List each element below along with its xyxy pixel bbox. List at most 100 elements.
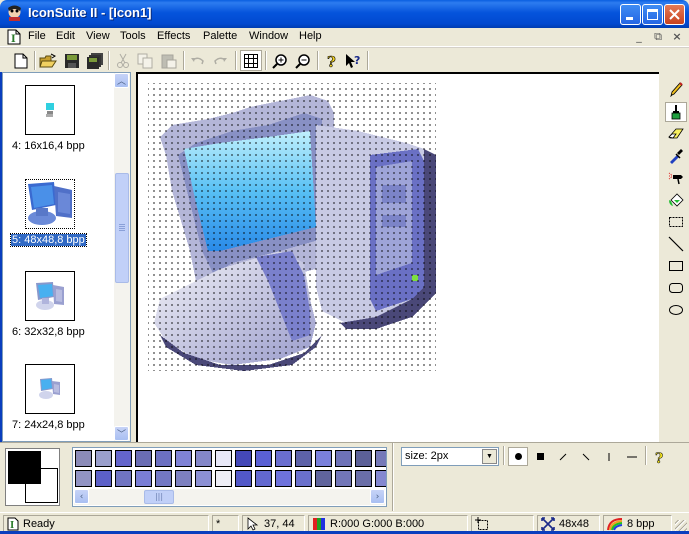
palette-swatch[interactable] bbox=[135, 470, 152, 487]
scrollbar-thumb[interactable] bbox=[115, 173, 129, 283]
palette-swatch[interactable] bbox=[215, 470, 232, 487]
palette-swatch[interactable] bbox=[175, 450, 192, 467]
round-brush-button[interactable] bbox=[508, 447, 528, 466]
color-selector[interactable] bbox=[5, 448, 60, 506]
palette-swatch[interactable] bbox=[95, 470, 112, 487]
palette-swatch[interactable] bbox=[235, 470, 252, 487]
image-list-item[interactable]: 4: 16x16,4 bpp bbox=[11, 85, 101, 165]
palette-scrollbar[interactable]: ‹ ||| › bbox=[74, 489, 385, 505]
zoom-in-icon bbox=[272, 53, 287, 69]
vertical-brush-button[interactable] bbox=[599, 447, 619, 466]
mdi-restore-button[interactable]: ⧉ bbox=[650, 30, 666, 44]
grid-toggle-button[interactable] bbox=[240, 50, 262, 71]
palette-swatch[interactable] bbox=[355, 470, 372, 487]
palette-swatch[interactable] bbox=[355, 450, 372, 467]
brush-tool[interactable] bbox=[665, 102, 687, 122]
menu-view[interactable]: View bbox=[86, 30, 110, 42]
palette-swatch[interactable] bbox=[375, 470, 386, 487]
palette-swatch[interactable] bbox=[235, 450, 252, 467]
open-button[interactable] bbox=[37, 50, 59, 71]
menu-window[interactable]: Window bbox=[249, 30, 288, 42]
cut-button[interactable] bbox=[112, 50, 134, 71]
palette-swatch[interactable] bbox=[275, 450, 292, 467]
palette-swatch[interactable] bbox=[115, 470, 132, 487]
context-help-button[interactable]: ? bbox=[343, 50, 365, 71]
palette-swatch[interactable] bbox=[295, 470, 312, 487]
close-button[interactable] bbox=[664, 4, 685, 25]
document-icon[interactable]: I bbox=[7, 29, 21, 45]
palette-swatch[interactable] bbox=[255, 450, 272, 467]
palette-swatch[interactable] bbox=[115, 450, 132, 467]
undo-button[interactable] bbox=[187, 50, 209, 71]
palette-swatch[interactable] bbox=[75, 470, 92, 487]
image-list-item[interactable]: 6: 32x32,8 bpp bbox=[11, 271, 101, 351]
airbrush-tool[interactable] bbox=[665, 168, 687, 188]
rounded-rectangle-tool[interactable] bbox=[665, 278, 687, 298]
image-list-item[interactable]: 7: 24x24,8 bpp bbox=[11, 364, 101, 444]
palette-swatch[interactable] bbox=[155, 450, 172, 467]
color-picker-tool[interactable] bbox=[665, 146, 687, 166]
fill-tool[interactable] bbox=[665, 190, 687, 210]
square-brush-button[interactable] bbox=[530, 447, 550, 466]
palette-swatch[interactable] bbox=[295, 450, 312, 467]
pencil-tool[interactable] bbox=[665, 79, 687, 99]
palette-swatch[interactable] bbox=[315, 450, 332, 467]
help-button[interactable]: ? bbox=[321, 50, 343, 71]
palette-swatch[interactable] bbox=[275, 470, 292, 487]
mdi-close-button[interactable]: × bbox=[669, 30, 685, 44]
computer-thumbnail-icon bbox=[36, 282, 64, 310]
menu-tools[interactable]: Tools bbox=[120, 30, 146, 42]
palette-swatch[interactable] bbox=[315, 470, 332, 487]
zoom-out-button[interactable] bbox=[292, 50, 314, 71]
paste-button[interactable] bbox=[158, 50, 180, 71]
eraser-tool[interactable] bbox=[665, 124, 687, 144]
scroll-up-button[interactable]: ︿ bbox=[114, 73, 129, 88]
palette-swatch[interactable] bbox=[135, 450, 152, 467]
select-tool[interactable] bbox=[665, 212, 687, 232]
app-icon[interactable] bbox=[6, 5, 23, 22]
minimize-button[interactable] bbox=[620, 4, 641, 25]
image-list-scrollbar[interactable]: ︿ ﹀ bbox=[114, 73, 130, 441]
save-all-button[interactable] bbox=[84, 50, 106, 71]
menu-help[interactable]: Help bbox=[299, 30, 322, 42]
palette-swatch[interactable] bbox=[195, 450, 212, 467]
menu-palette[interactable]: Palette bbox=[203, 30, 237, 42]
zoom-in-button[interactable] bbox=[269, 50, 291, 71]
palette-swatch[interactable] bbox=[375, 450, 386, 467]
redo-button[interactable] bbox=[209, 50, 231, 71]
palette-swatch[interactable] bbox=[155, 470, 172, 487]
backslash-brush-button[interactable] bbox=[576, 447, 596, 466]
palette-swatch[interactable] bbox=[195, 470, 212, 487]
palette-swatch[interactable] bbox=[335, 470, 352, 487]
horizontal-brush-button[interactable] bbox=[622, 447, 642, 466]
grip-icon bbox=[119, 224, 125, 225]
palette-swatch[interactable] bbox=[255, 470, 272, 487]
dropdown-button[interactable]: ▼ bbox=[482, 449, 497, 464]
forward-slash-brush-button[interactable] bbox=[553, 447, 573, 466]
mdi-minimize-button[interactable]: _ bbox=[631, 30, 647, 44]
copy-button[interactable] bbox=[134, 50, 156, 71]
scroll-right-button[interactable]: › bbox=[370, 489, 385, 504]
line-tool[interactable] bbox=[665, 234, 687, 254]
scroll-down-button[interactable]: ﹀ bbox=[114, 426, 129, 441]
menu-edit[interactable]: Edit bbox=[56, 30, 75, 42]
foreground-color-swatch[interactable] bbox=[8, 451, 41, 484]
image-list-item-selected[interactable]: 5: 48x48,8 bpp bbox=[10, 179, 101, 259]
rectangle-tool[interactable] bbox=[665, 256, 687, 276]
maximize-button[interactable] bbox=[642, 4, 663, 25]
palette-swatch[interactable] bbox=[175, 470, 192, 487]
scrollbar-thumb[interactable]: ||| bbox=[144, 490, 174, 504]
menu-file[interactable]: File bbox=[28, 30, 46, 42]
palette-swatch[interactable] bbox=[75, 450, 92, 467]
ellipse-tool[interactable] bbox=[665, 300, 687, 320]
palette-swatch[interactable] bbox=[215, 450, 232, 467]
save-button[interactable] bbox=[61, 50, 83, 71]
palette-swatch[interactable] bbox=[95, 450, 112, 467]
palette-swatch[interactable] bbox=[335, 450, 352, 467]
brush-size-select[interactable]: size: 2px ▼ bbox=[401, 447, 499, 466]
brush-help-button[interactable]: ? bbox=[650, 447, 670, 466]
new-button[interactable] bbox=[10, 50, 32, 71]
menu-effects[interactable]: Effects bbox=[157, 30, 190, 42]
toolbar-separator bbox=[235, 51, 237, 70]
scroll-left-button[interactable]: ‹ bbox=[74, 489, 89, 504]
